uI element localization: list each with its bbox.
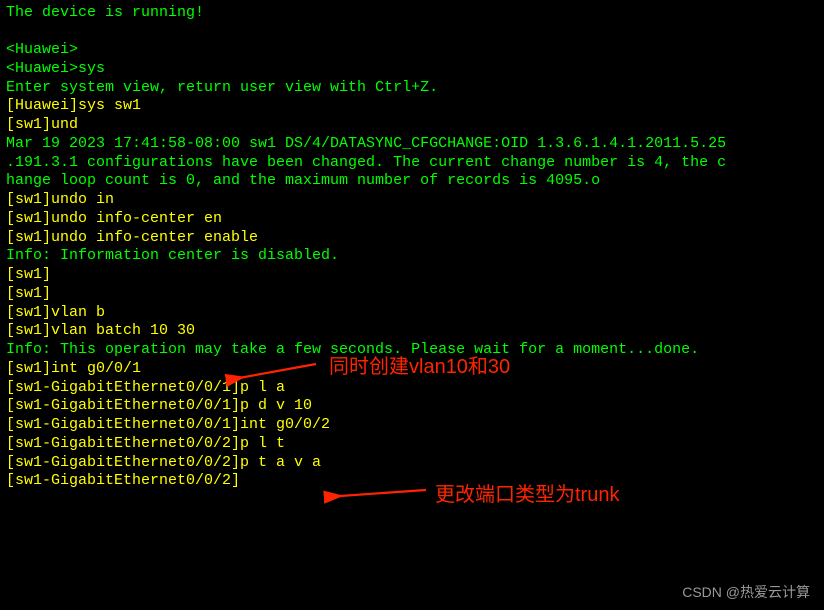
watermark: CSDN @热爱云计算	[682, 582, 810, 602]
terminal-line: Info: Information center is disabled.	[6, 247, 818, 266]
terminal-line: [sw1]undo in	[6, 191, 818, 210]
terminal-line: hange loop count is 0, and the maximum n…	[6, 172, 818, 191]
terminal-line: [Huawei]sys sw1	[6, 97, 818, 116]
terminal-line: [sw1]vlan b	[6, 304, 818, 323]
terminal-line: [sw1-GigabitEthernet0/0/2]	[6, 472, 818, 491]
terminal-line: [sw1-GigabitEthernet0/0/1]int g0/0/2	[6, 416, 818, 435]
terminal-line: [sw1]	[6, 266, 818, 285]
terminal-line: The device is running!	[6, 4, 818, 23]
terminal-line: [sw1]undo info-center enable	[6, 229, 818, 248]
terminal-line: Mar 19 2023 17:41:58-08:00 sw1 DS/4/DATA…	[6, 135, 818, 154]
terminal-line: [sw1-GigabitEthernet0/0/1]p d v 10	[6, 397, 818, 416]
terminal-line: [sw1]	[6, 285, 818, 304]
terminal-line: [sw1]und	[6, 116, 818, 135]
annotation-vlan-create: 同时创建vlan10和30	[329, 350, 510, 379]
terminal-line	[6, 23, 818, 41]
terminal-line: [sw1-GigabitEthernet0/0/1]p l a	[6, 379, 818, 398]
terminal-line: [sw1]undo info-center en	[6, 210, 818, 229]
terminal-line: [sw1-GigabitEthernet0/0/2]p t a v a	[6, 454, 818, 473]
terminal-line: [sw1-GigabitEthernet0/0/2]p l t	[6, 435, 818, 454]
annotation-trunk-type: 更改端口类型为trunk	[435, 478, 619, 507]
terminal-line: Enter system view, return user view with…	[6, 79, 818, 98]
terminal-line: <Huawei>	[6, 41, 818, 60]
terminal-line: .191.3.1 configurations have been change…	[6, 154, 818, 173]
terminal-line: <Huawei>sys	[6, 60, 818, 79]
terminal-output[interactable]: The device is running! <Huawei><Huawei>sy…	[0, 0, 824, 495]
terminal-line: [sw1]vlan batch 10 30	[6, 322, 818, 341]
